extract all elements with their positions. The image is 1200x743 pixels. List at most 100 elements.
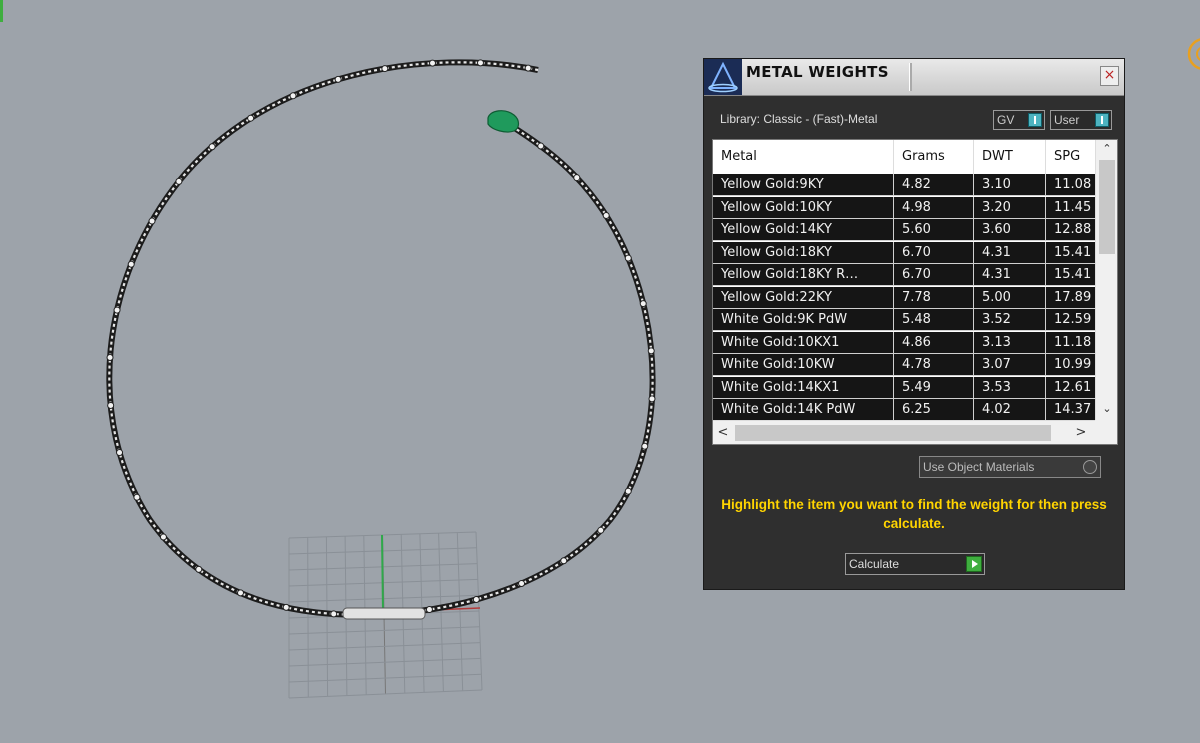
table-row[interactable]: Yellow Gold:18KY 6.70 4.31 15.41 xyxy=(713,241,1095,264)
radio-button-icon[interactable] xyxy=(1083,460,1097,474)
chain-bead xyxy=(116,449,124,457)
app-logo-icon xyxy=(704,59,742,95)
panel-titlebar[interactable]: METAL WEIGHTS × xyxy=(704,59,1124,96)
cell-spg: 10.99 xyxy=(1046,354,1095,376)
table-row[interactable]: Yellow Gold:14KY 5.60 3.60 12.88 xyxy=(713,219,1095,241)
vertical-scroll-thumb[interactable] xyxy=(1099,160,1115,254)
gv-toggle[interactable]: GV xyxy=(993,110,1045,130)
cell-metal: White Gold:10KX1 xyxy=(713,331,894,354)
cell-grams: 5.48 xyxy=(894,309,974,331)
cell-dwt: 3.52 xyxy=(974,309,1046,331)
cell-grams: 5.60 xyxy=(894,219,974,241)
cell-metal: White Gold:14K PdW xyxy=(713,399,894,420)
cell-spg: 12.59 xyxy=(1046,309,1095,331)
scrollbar-corner xyxy=(1095,420,1117,444)
chain-bead xyxy=(573,174,581,182)
scroll-left-icon[interactable]: < xyxy=(713,421,733,444)
chain-bead xyxy=(334,75,342,83)
use-object-materials-option[interactable]: Use Object Materials xyxy=(919,456,1101,478)
cell-metal: White Gold:10KW xyxy=(713,354,894,376)
chain-bead xyxy=(537,142,545,150)
table-row[interactable]: White Gold:10KW 4.78 3.07 10.99 xyxy=(713,354,1095,376)
chain-bead xyxy=(476,59,484,67)
cell-dwt: 3.13 xyxy=(974,331,1046,354)
column-header-metal[interactable]: Metal xyxy=(713,140,894,174)
chain-bead xyxy=(647,347,655,355)
table-row[interactable]: Yellow Gold:9KY 4.82 3.10 11.08 xyxy=(713,174,1095,196)
cell-metal: Yellow Gold:22KY xyxy=(713,286,894,309)
cell-dwt: 3.10 xyxy=(974,174,1046,196)
chain-bead xyxy=(159,533,167,541)
cell-metal: Yellow Gold:18KY R… xyxy=(713,264,894,286)
chain-bead xyxy=(602,212,610,220)
cell-metal: Yellow Gold:10KY xyxy=(713,196,894,219)
cell-spg: 11.45 xyxy=(1046,197,1095,219)
column-header-grams[interactable]: Grams xyxy=(894,140,974,174)
scroll-up-icon[interactable]: ⌃ xyxy=(1096,140,1117,158)
cell-grams: 6.70 xyxy=(894,264,974,286)
horizontal-scrollbar[interactable]: < > xyxy=(713,420,1095,444)
metal-weights-panel: METAL WEIGHTS × Library: Classic - (Fast… xyxy=(703,58,1125,590)
cell-grams: 6.70 xyxy=(894,241,974,264)
scroll-down-icon[interactable]: ⌄ xyxy=(1096,400,1117,418)
vertical-scrollbar[interactable]: ⌃ ⌄ xyxy=(1095,140,1117,420)
user-toggle-label: User xyxy=(1054,113,1080,127)
cell-grams: 4.98 xyxy=(894,196,974,219)
cell-spg: 17.89 xyxy=(1046,287,1095,309)
metal-table[interactable]: Metal Grams DWT SPG Yellow Gold:9KY 4.82 3… xyxy=(712,139,1118,445)
library-label: Library: Classic - (Fast)-Metal xyxy=(720,112,878,126)
chain-bead xyxy=(518,579,526,587)
panel-title: METAL WEIGHTS xyxy=(746,63,889,81)
table-row[interactable]: White Gold:9K PdW 5.48 3.52 12.59 xyxy=(713,309,1095,331)
cell-metal: Yellow Gold:9KY xyxy=(713,174,894,196)
render-icon[interactable] xyxy=(1182,34,1200,74)
table-row[interactable]: White Gold:14K PdW 6.25 4.02 14.37 xyxy=(713,399,1095,420)
table-row[interactable]: Yellow Gold:22KY 7.78 5.00 17.89 xyxy=(713,286,1095,309)
cell-dwt: 3.07 xyxy=(974,354,1046,376)
chain-bead xyxy=(624,487,632,495)
chain-bead xyxy=(127,260,135,268)
chain-bead xyxy=(597,526,605,534)
scroll-right-icon[interactable]: > xyxy=(1071,421,1091,444)
cell-dwt: 3.20 xyxy=(974,196,1046,219)
toggle-knob-icon xyxy=(1028,113,1042,127)
cell-metal: White Gold:14KX1 xyxy=(713,376,894,399)
cell-spg: 11.08 xyxy=(1046,174,1095,196)
chain-bead xyxy=(133,493,141,501)
table-row[interactable]: Yellow Gold:18KY R… 6.70 4.31 15.41 xyxy=(713,264,1095,286)
table-header: Metal Grams DWT SPG xyxy=(713,140,1106,174)
table-row[interactable]: White Gold:10KX1 4.86 3.13 11.18 xyxy=(713,331,1095,354)
cell-dwt: 3.53 xyxy=(974,376,1046,399)
toggle-knob-icon xyxy=(1095,113,1109,127)
table-row[interactable]: Yellow Gold:10KY 4.98 3.20 11.45 xyxy=(713,196,1095,219)
chain-bead xyxy=(175,177,183,185)
chain-bead xyxy=(289,92,297,100)
use-object-materials-label: Use Object Materials xyxy=(923,460,1035,474)
instruction-text: Highlight the item you want to find the … xyxy=(721,497,1107,531)
calculate-button[interactable]: Calculate xyxy=(845,553,985,575)
chain-bead xyxy=(208,143,216,151)
chain-shadow xyxy=(106,59,656,618)
cell-metal: White Gold:9K PdW xyxy=(713,309,894,331)
lobster-clasp xyxy=(487,110,520,133)
user-toggle[interactable]: User xyxy=(1050,110,1112,130)
cell-grams: 4.78 xyxy=(894,354,974,376)
play-arrow-icon[interactable] xyxy=(966,556,982,572)
cell-grams: 5.49 xyxy=(894,376,974,399)
chain-bead xyxy=(237,589,245,597)
viewport-edge-marker xyxy=(0,0,3,22)
close-button[interactable]: × xyxy=(1100,66,1119,86)
chain-link-beads xyxy=(106,59,656,618)
horizontal-scroll-thumb[interactable] xyxy=(735,425,1051,441)
cell-grams: 4.86 xyxy=(894,331,974,354)
chain-bead xyxy=(624,254,632,262)
chain-bead xyxy=(148,217,156,225)
column-header-dwt[interactable]: DWT xyxy=(974,140,1046,174)
table-row[interactable]: White Gold:14KX1 5.49 3.53 12.61 xyxy=(713,376,1095,399)
cell-dwt: 5.00 xyxy=(974,286,1046,309)
cell-dwt: 4.31 xyxy=(974,264,1046,286)
chain-bead xyxy=(113,306,121,314)
cell-dwt: 4.31 xyxy=(974,241,1046,264)
chain-bead xyxy=(560,557,568,565)
chain-bead xyxy=(106,354,114,362)
